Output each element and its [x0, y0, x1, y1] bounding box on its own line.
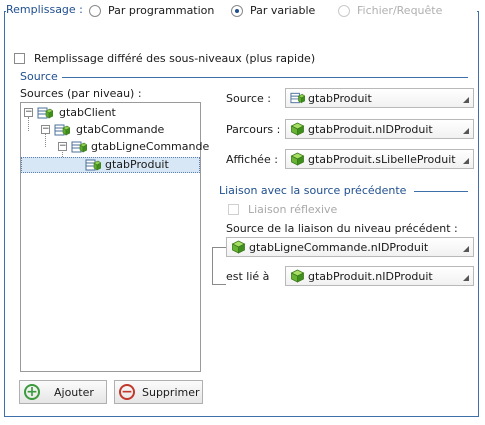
cube-icon	[290, 122, 305, 136]
radio-file-query[interactable]	[338, 5, 350, 17]
tree-node-label: gtabCommande	[76, 123, 165, 136]
remove-icon: −	[119, 384, 135, 400]
radio-by-programming[interactable]	[89, 5, 101, 17]
radio-by-variable[interactable]	[231, 5, 243, 17]
prev-source-combo[interactable]: gtabLigneCommande.nIDProduit	[226, 237, 474, 257]
dropdown-arrow-icon	[463, 97, 469, 103]
sources-tree[interactable]: − gtabClient − gtabCommande − gtabLigneC…	[20, 102, 209, 372]
dropdown-arrow-icon	[463, 275, 469, 281]
deferred-filling-checkbox[interactable]	[14, 53, 25, 64]
cube-icon	[231, 240, 246, 254]
prev-source-label: Source de la liaison du niveau précédent…	[226, 222, 458, 235]
sources-tree-label: Sources (par niveau) :	[20, 87, 142, 100]
collapse-icon[interactable]: −	[41, 125, 50, 134]
parcours-combo[interactable]: gtabProduit.nIDProduit	[285, 119, 474, 139]
dropdown-arrow-icon	[463, 246, 469, 252]
source-label: Source :	[226, 92, 271, 105]
parcours-label: Parcours :	[226, 123, 281, 136]
affichee-label: Affichée :	[226, 153, 278, 166]
table-icon	[85, 158, 101, 172]
radio-by-programming-label[interactable]: Par programmation	[108, 4, 214, 17]
collapse-icon[interactable]: −	[58, 142, 67, 151]
linked-to-combo[interactable]: gtabProduit.nIDProduit	[285, 266, 474, 286]
link-connector	[212, 247, 226, 285]
remove-button[interactable]: − Supprimer	[114, 380, 203, 404]
reflexive-link-label[interactable]: Liaison réflexive	[248, 203, 337, 216]
deferred-filling-label[interactable]: Remplissage différé des sous-niveaux (pl…	[34, 52, 315, 65]
table-icon	[290, 91, 305, 105]
linked-to-label: est lié à	[226, 270, 270, 283]
tree-node-label: gtabLigneCommande	[91, 140, 210, 153]
filling-title: Remplissage :	[6, 3, 83, 16]
table-icon	[37, 106, 53, 120]
source-value: gtabProduit	[308, 92, 372, 105]
add-button[interactable]: + Ajouter	[19, 380, 107, 404]
radio-file-query-label[interactable]: Fichier/Requête	[357, 4, 442, 17]
cube-icon	[290, 269, 305, 283]
tree-node-label: gtabClient	[59, 106, 116, 119]
collapse-icon[interactable]: −	[24, 108, 33, 117]
linked-to-value: gtabProduit.nIDProduit	[308, 270, 433, 283]
source-section-title: Source	[20, 70, 58, 83]
radio-by-variable-label[interactable]: Par variable	[250, 4, 315, 17]
source-combo[interactable]: gtabProduit	[285, 88, 474, 108]
affichee-value: gtabProduit.sLibelleProduit	[308, 153, 456, 166]
parcours-value: gtabProduit.nIDProduit	[308, 123, 433, 136]
dropdown-arrow-icon	[463, 128, 469, 134]
affichee-combo[interactable]: gtabProduit.sLibelleProduit	[285, 149, 474, 169]
remove-button-label: Supprimer	[142, 386, 200, 399]
add-icon: +	[24, 384, 40, 400]
table-icon	[54, 123, 70, 137]
source-divider	[62, 77, 468, 78]
reflexive-link-checkbox[interactable]	[228, 204, 239, 215]
dropdown-arrow-icon	[463, 158, 469, 164]
link-divider	[414, 191, 468, 192]
cube-icon	[290, 152, 305, 166]
table-icon	[71, 140, 87, 154]
tree-node-label: gtabProduit	[105, 158, 169, 171]
link-section-title: Liaison avec la source précédente	[219, 184, 407, 197]
prev-source-value: gtabLigneCommande.nIDProduit	[249, 241, 429, 254]
add-button-label: Ajouter	[54, 386, 94, 399]
